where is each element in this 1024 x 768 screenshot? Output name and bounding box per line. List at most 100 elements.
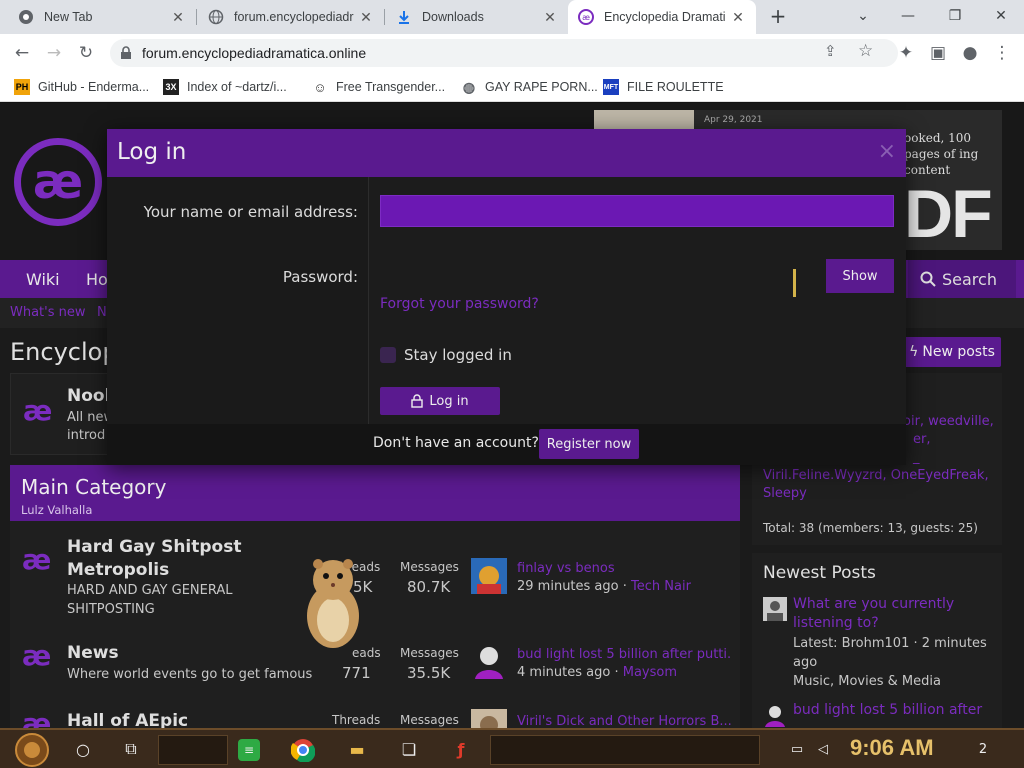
show-password-button[interactable]: Show <box>826 259 894 293</box>
bookmark-label: Index of ~dartz/i... <box>187 80 287 94</box>
login-button[interactable]: Log in <box>380 387 500 415</box>
nav-home[interactable]: Ho <box>86 270 108 289</box>
close-icon[interactable]: × <box>878 139 896 164</box>
tab-forum[interactable]: forum.encyclopediadr ✕ <box>198 0 384 34</box>
online-names-line[interactable]: Viril.Feline.Wyyzrd, OneEyedFreak, <box>763 467 995 485</box>
last-post-user[interactable]: Tech Nair <box>631 579 691 594</box>
search-icon <box>920 271 936 287</box>
banner-date: Apr 29, 2021 <box>704 115 763 125</box>
close-icon[interactable]: ✕ <box>730 9 746 26</box>
bookmark-label: Free Transgender... <box>336 80 446 94</box>
notification-count: 2 <box>978 741 988 757</box>
lightning-icon: ϟ <box>909 344 919 360</box>
restore-icon[interactable]: ❐ <box>944 5 966 27</box>
subnav-item[interactable]: N <box>97 305 107 320</box>
avatar[interactable] <box>471 558 507 594</box>
last-post-time: 29 minutes ago <box>517 579 619 594</box>
extensions-icon[interactable]: ✦ <box>894 41 918 65</box>
bookmark-label: GitHub - Enderma... <box>38 80 150 94</box>
forum-title[interactable]: Hard Gay Shitpost <box>67 537 241 557</box>
notification-icon[interactable]: 2 <box>970 736 996 762</box>
last-post-title[interactable]: finlay vs benos <box>517 561 727 576</box>
notes-icon[interactable]: ≡ <box>238 739 260 761</box>
newest-post-title[interactable]: listening to? <box>793 614 879 633</box>
minimize-icon[interactable]: — <box>897 5 919 27</box>
side-panel-icon[interactable]: ▣ <box>926 41 950 65</box>
avatar[interactable] <box>763 597 787 621</box>
forum-icon: æ <box>22 707 52 728</box>
avatar[interactable] <box>471 643 507 679</box>
share-icon[interactable]: ⇪ <box>824 42 837 60</box>
bookmark-item[interactable]: ◍ GAY RAPE PORN... <box>461 78 598 96</box>
start-icon[interactable] <box>14 732 50 768</box>
forum-desc: SHITPOSTING <box>67 602 155 617</box>
network-icon[interactable]: ▭ <box>784 736 810 762</box>
subnav-whats-new[interactable]: What's new <box>10 305 86 320</box>
task-view-icon[interactable]: ⧉ <box>118 736 144 762</box>
address-bar[interactable]: forum.encyclopediadramatica.online ⇪ ☆ <box>110 39 898 67</box>
tab-encyclopedia[interactable]: æ Encyclopedia Dramati ✕ <box>568 0 756 34</box>
messages-count: 80.7K <box>407 578 451 596</box>
bookmark-item[interactable]: ☺ Free Transgender... <box>312 78 445 96</box>
new-posts-label: New posts <box>922 344 995 360</box>
bookmark-star-icon[interactable]: ☆ <box>858 41 873 61</box>
online-names-line[interactable]: Sleepy <box>763 485 995 503</box>
close-window-icon[interactable]: ✕ <box>990 5 1012 27</box>
volume-muted-icon[interactable]: ◁ <box>810 736 836 762</box>
site-logo[interactable]: æ <box>14 138 102 226</box>
flash-icon[interactable]: ƒ <box>448 736 474 762</box>
tab-downloads[interactable]: Downloads ✕ <box>386 0 568 34</box>
messages-label: Messages <box>400 560 459 574</box>
newest-post-forum[interactable]: Music, Movies & Media <box>793 672 941 691</box>
stay-logged-in-checkbox[interactable] <box>380 347 396 363</box>
chrome-icon[interactable] <box>291 738 315 762</box>
forum-title[interactable]: Hall of AEpic <box>67 711 188 728</box>
chrome-icon <box>19 10 33 24</box>
forum-title[interactable]: Metropolis <box>67 560 169 580</box>
new-tab-button[interactable]: + <box>767 5 789 29</box>
profile-icon[interactable]: ● <box>958 41 982 65</box>
close-icon[interactable]: ✕ <box>170 9 186 26</box>
modal-footer: Don't have an account? Register now <box>107 424 906 465</box>
reload-icon[interactable]: ↻ <box>74 41 98 65</box>
clock[interactable]: 9:06 AM <box>850 735 934 761</box>
taskbar-slot <box>158 735 228 765</box>
close-icon[interactable]: ✕ <box>358 9 374 26</box>
bookmark-item[interactable]: PH GitHub - Enderma... <box>14 78 149 96</box>
newest-post-title[interactable]: bud light lost 5 billion after <box>793 701 982 720</box>
lock-icon <box>411 394 424 408</box>
password-input[interactable] <box>380 259 820 293</box>
windows-icon[interactable]: ❏ <box>396 736 422 762</box>
stay-logged-in-row[interactable]: Stay logged in <box>380 346 512 364</box>
cortana-icon[interactable]: ○ <box>70 736 96 762</box>
last-post-title[interactable]: bud light lost 5 billion after putti... <box>517 647 732 662</box>
register-button[interactable]: Register now <box>539 429 639 459</box>
close-icon[interactable]: ✕ <box>542 9 558 26</box>
forgot-password-link[interactable]: Forgot your password? <box>380 296 539 312</box>
search-button[interactable]: Search <box>908 260 1016 298</box>
category-title[interactable]: Main Category <box>21 475 166 499</box>
back-icon[interactable]: ← <box>10 41 34 65</box>
newest-post-title[interactable]: What are you currently <box>793 595 954 614</box>
bookmark-item[interactable]: 3X Index of ~dartz/i... <box>163 78 287 96</box>
lock-icon[interactable] <box>120 46 132 60</box>
forum-title[interactable]: News <box>67 643 119 663</box>
stay-logged-in-label: Stay logged in <box>404 346 512 364</box>
bookmark-item[interactable]: MFT FILE ROULETTE <box>603 78 724 96</box>
new-posts-button[interactable]: ϟ New posts <box>903 337 1001 367</box>
avatar[interactable] <box>471 709 507 728</box>
tab-search-icon[interactable]: ⌄ <box>852 5 874 27</box>
last-post-user[interactable]: Maysom <box>623 665 677 680</box>
folder-icon[interactable]: ▬ <box>344 736 370 762</box>
category-subtitle: Lulz Valhalla <box>21 503 93 517</box>
tab-new-tab[interactable]: New Tab ✕ <box>8 0 196 34</box>
username-input[interactable] <box>380 195 894 227</box>
mask-icon: ☺ <box>313 79 327 95</box>
nav-wiki[interactable]: Wiki <box>26 270 60 289</box>
last-post-title[interactable]: Viril's Dick and Other Horrors B... <box>517 714 732 728</box>
bookmark-label: FILE ROULETTE <box>627 80 724 94</box>
tab-title: New Tab <box>44 10 93 24</box>
forward-icon[interactable]: → <box>42 41 66 65</box>
menu-icon[interactable]: ⋮ <box>990 41 1014 65</box>
avatar[interactable] <box>763 703 787 727</box>
